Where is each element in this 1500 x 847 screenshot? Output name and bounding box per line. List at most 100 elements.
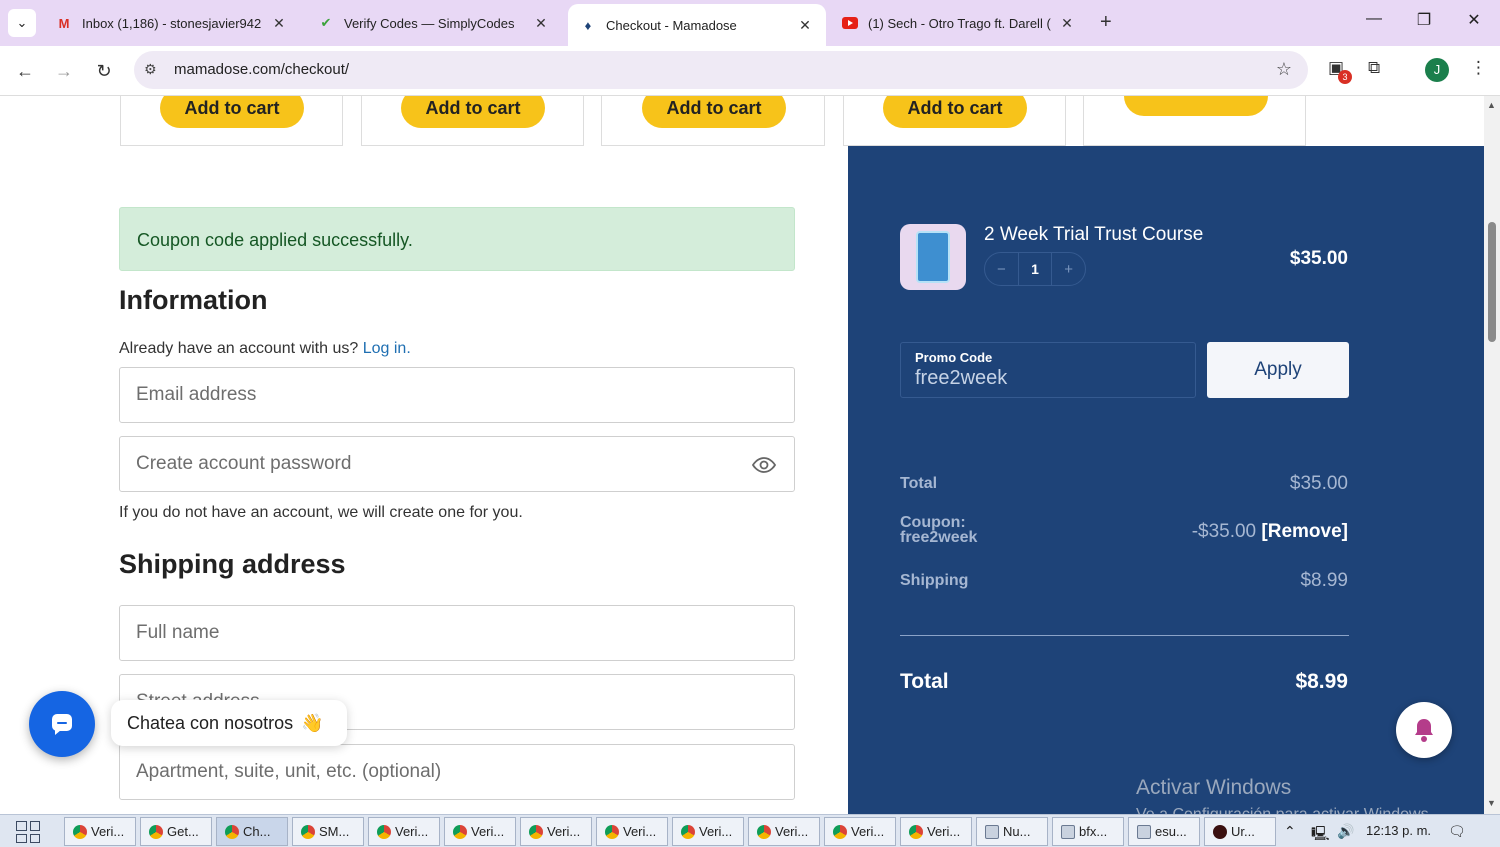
taskbar-item[interactable]: Veri... bbox=[444, 817, 516, 846]
taskbar-item[interactable]: SM... bbox=[292, 817, 364, 846]
apartment-input[interactable] bbox=[120, 745, 794, 799]
coupon-label: Coupon: free2week bbox=[900, 515, 977, 546]
taskbar-item-label: Veri... bbox=[547, 824, 581, 839]
taskbar-item[interactable]: Veri... bbox=[824, 817, 896, 846]
login-link[interactable]: Log in. bbox=[363, 340, 411, 357]
taskbar-item[interactable]: Veri... bbox=[64, 817, 136, 846]
taskbar-item-label: Veri... bbox=[623, 824, 657, 839]
taskbar-item[interactable]: Veri... bbox=[596, 817, 668, 846]
tray-chevron-icon[interactable]: ⌃ bbox=[1284, 823, 1296, 840]
notification-bell-button[interactable] bbox=[1396, 702, 1452, 758]
new-tab-plus-icon[interactable]: + bbox=[1100, 11, 1112, 34]
close-tab-icon[interactable]: ✕ bbox=[532, 15, 550, 32]
address-bar[interactable]: ⚙ mamadose.com/checkout/ ☆ bbox=[134, 51, 1308, 89]
minimize-icon[interactable]: — bbox=[1359, 10, 1389, 28]
app-icon bbox=[1213, 824, 1227, 839]
chrome-icon bbox=[833, 824, 847, 839]
taskbar-item-label: esu... bbox=[1155, 824, 1187, 839]
site-settings-icon[interactable]: ⚙ bbox=[144, 61, 157, 78]
add-to-cart-button[interactable]: Add to cart bbox=[883, 96, 1027, 128]
notifications-icon[interactable]: 🗨 bbox=[1448, 823, 1466, 840]
add-to-cart-button[interactable]: Add to cart bbox=[401, 96, 545, 128]
email-input[interactable] bbox=[120, 368, 794, 422]
chrome-icon bbox=[73, 824, 87, 839]
chrome-icon bbox=[757, 824, 771, 839]
profile-avatar[interactable]: J bbox=[1425, 58, 1449, 82]
system-clock[interactable]: 12:13 p. m. bbox=[1366, 823, 1431, 838]
scroll-down-arrow-icon[interactable]: ▼ bbox=[1487, 798, 1496, 808]
email-field[interactable] bbox=[119, 367, 795, 423]
extensions-puzzle-icon[interactable]: ⧉ bbox=[1368, 58, 1380, 78]
taskbar-item[interactable]: Veri... bbox=[748, 817, 820, 846]
grand-total-label: Total bbox=[900, 670, 949, 693]
volume-icon[interactable]: 🔊 bbox=[1337, 823, 1354, 840]
chrome-icon bbox=[529, 824, 543, 839]
tab-gmail[interactable]: M Inbox (1,186) - stonesjavier942 ✕ bbox=[44, 6, 300, 40]
subtotal-value: $35.00 bbox=[1289, 473, 1348, 494]
scroll-up-arrow-icon[interactable]: ▲ bbox=[1487, 100, 1496, 110]
taskbar-item[interactable]: Ch... bbox=[216, 817, 288, 846]
restore-icon[interactable]: ❐ bbox=[1409, 10, 1439, 30]
network-icon[interactable]: 🖳 bbox=[1311, 823, 1330, 847]
shipping-label: Shipping bbox=[900, 572, 969, 589]
summary-divider bbox=[900, 635, 1349, 636]
full-name-input[interactable] bbox=[120, 606, 794, 660]
full-name-field[interactable] bbox=[119, 605, 795, 661]
taskbar-item[interactable]: Nu... bbox=[976, 817, 1048, 846]
taskbar-item[interactable]: Get... bbox=[140, 817, 212, 846]
password-field[interactable] bbox=[119, 436, 795, 492]
chrome-icon bbox=[377, 824, 391, 839]
close-window-icon[interactable]: ✕ bbox=[1459, 10, 1489, 30]
chrome-icon bbox=[301, 824, 315, 839]
close-tab-icon[interactable]: ✕ bbox=[1058, 15, 1076, 32]
chat-invite-bubble[interactable]: Chatea con nosotros 👋 bbox=[111, 700, 347, 746]
decrease-quantity-button[interactable]: − bbox=[985, 253, 1018, 285]
close-tab-icon[interactable]: ✕ bbox=[270, 15, 288, 32]
promo-code-field[interactable]: Promo Code free2week bbox=[900, 342, 1196, 398]
tab-checkout[interactable]: ♦ Checkout - Mamadose ✕ bbox=[568, 4, 826, 46]
taskbar-item[interactable]: Veri... bbox=[368, 817, 440, 846]
tab-search-chevron-icon[interactable]: ⌄ bbox=[8, 9, 36, 37]
taskbar-item[interactable]: esu... bbox=[1128, 817, 1200, 846]
chat-launcher-button[interactable] bbox=[29, 691, 95, 757]
add-to-cart-button[interactable]: Add to cart bbox=[642, 96, 786, 128]
coupon-success-alert: Coupon code applied successfully. bbox=[119, 207, 795, 271]
show-password-eye-icon[interactable] bbox=[752, 453, 776, 477]
increase-quantity-button[interactable]: + bbox=[1052, 253, 1085, 285]
waving-hand-icon: 👋 bbox=[301, 712, 324, 733]
taskbar-item[interactable]: Veri... bbox=[900, 817, 972, 846]
taskbar-item[interactable]: bfx... bbox=[1052, 817, 1124, 846]
apartment-field[interactable] bbox=[119, 744, 795, 800]
password-input[interactable] bbox=[120, 437, 794, 491]
tab-simplycodes[interactable]: ✔ Verify Codes — SimplyCodes ✕ bbox=[306, 6, 562, 40]
chrome-icon bbox=[453, 824, 467, 839]
page-scrollbar[interactable]: ▲ ▼ bbox=[1484, 96, 1500, 814]
promo-code-label: Promo Code bbox=[915, 350, 993, 365]
tab-youtube[interactable]: (1) Sech - Otro Trago ft. Darell ( ✕ bbox=[830, 6, 1088, 40]
scrollbar-thumb[interactable] bbox=[1488, 222, 1496, 342]
apply-promo-button[interactable]: Apply bbox=[1207, 342, 1349, 398]
product-card bbox=[1083, 96, 1306, 146]
start-grid-icon[interactable] bbox=[16, 821, 40, 843]
gmail-icon: M bbox=[58, 15, 70, 31]
back-arrow-icon[interactable]: ← bbox=[12, 58, 38, 84]
promo-code-input[interactable]: free2week bbox=[915, 367, 1007, 390]
forward-arrow-icon[interactable]: → bbox=[51, 58, 77, 84]
url-text[interactable]: mamadose.com/checkout/ bbox=[174, 61, 349, 78]
browser-menu-icon[interactable]: ⋮ bbox=[1470, 58, 1487, 78]
taskbar-item[interactable]: Veri... bbox=[520, 817, 592, 846]
remove-coupon-link[interactable]: [Remove] bbox=[1261, 521, 1348, 542]
product-card: Add to cart bbox=[843, 96, 1066, 146]
windows-activation-subtitle: Ve a Configuración para activar Windows. bbox=[1136, 806, 1433, 814]
cart-item-name: 2 Week Trial Trust Course bbox=[984, 224, 1204, 245]
add-to-cart-button[interactable]: Add to cart bbox=[160, 96, 304, 128]
add-to-cart-button[interactable] bbox=[1124, 96, 1268, 116]
taskbar-item[interactable]: Veri... bbox=[672, 817, 744, 846]
taskbar-item[interactable]: Ur... bbox=[1204, 817, 1276, 846]
notepad-icon bbox=[985, 824, 999, 839]
close-tab-icon[interactable]: ✕ bbox=[796, 17, 814, 34]
bell-icon bbox=[1415, 719, 1433, 742]
bookmark-star-icon[interactable]: ☆ bbox=[1276, 59, 1292, 80]
quantity-value[interactable]: 1 bbox=[1017, 253, 1053, 285]
reload-icon[interactable]: ↻ bbox=[91, 58, 117, 84]
